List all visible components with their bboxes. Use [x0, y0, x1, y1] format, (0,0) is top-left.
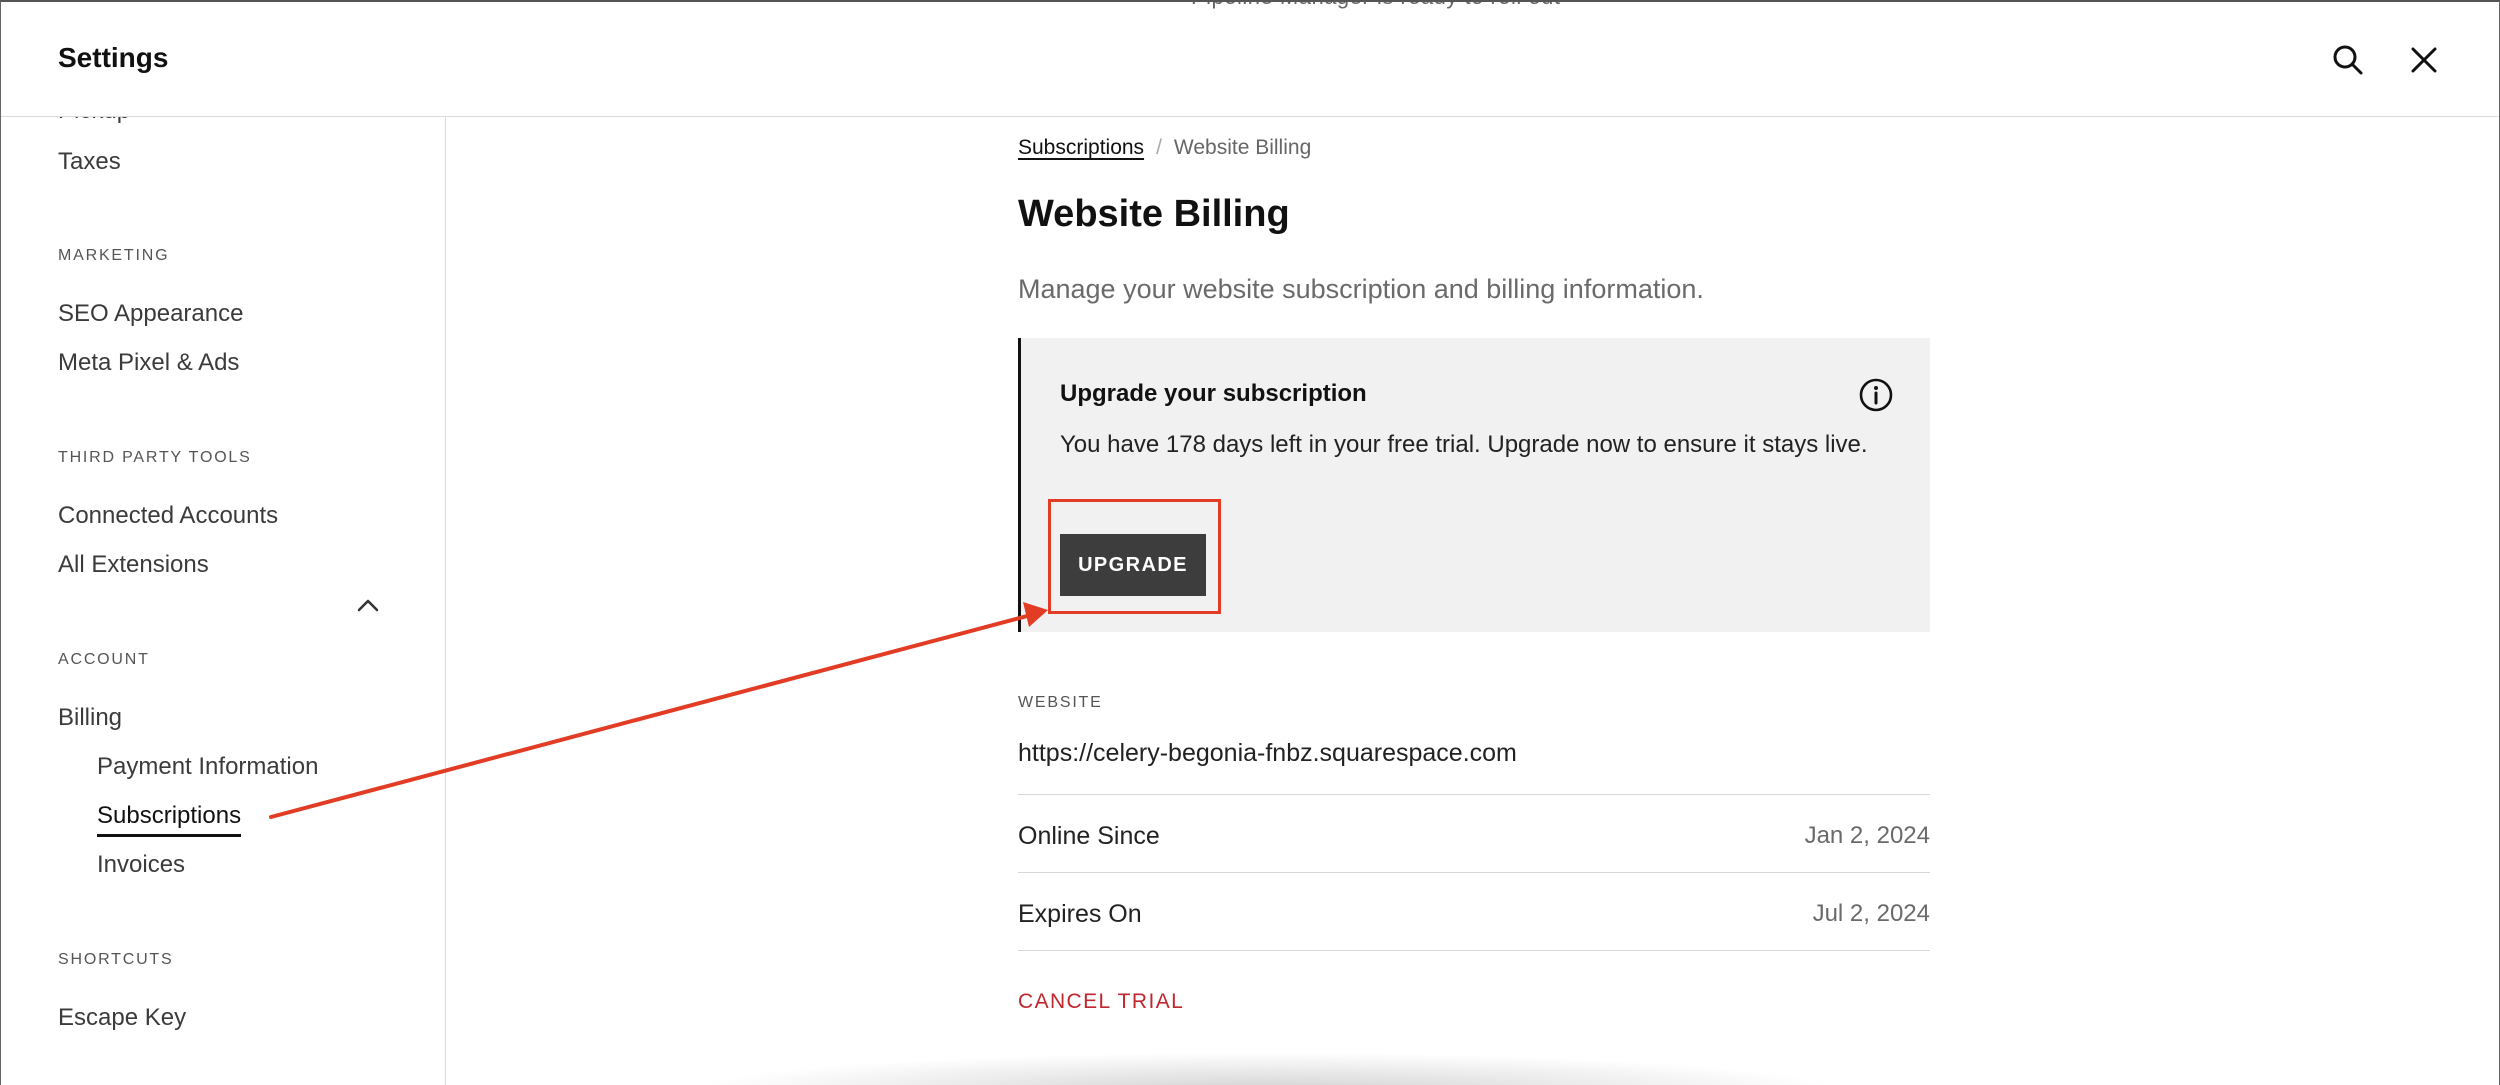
settings-title: Settings — [58, 42, 169, 73]
chevron-up-icon[interactable] — [353, 590, 383, 620]
notice-body: You have 178 days left in your free tria… — [1060, 431, 1868, 458]
settings-header: Pipeline Manager is ready to roll out Se… — [1, 2, 2499, 117]
settings-window: Pipeline Manager is ready to roll out Se… — [0, 0, 2500, 1085]
sidebar-heading-account: ACCOUNT — [58, 651, 150, 668]
sidebar-heading-marketing: MARKETING — [58, 247, 170, 264]
breadcrumb-current: Website Billing — [1173, 136, 1312, 159]
sidebar-item-invoices[interactable]: Invoices — [97, 851, 185, 879]
sidebar-item-seo-appearance[interactable]: SEO Appearance — [58, 300, 243, 328]
divider — [1018, 794, 1930, 795]
expires-on-label: Expires On — [1018, 900, 1142, 928]
cancel-trial-link[interactable]: CANCEL TRIAL — [1018, 990, 1184, 1014]
info-icon[interactable] — [1858, 377, 1894, 413]
website-section-label: WEBSITE — [1018, 694, 1103, 711]
annotation-highlight-box — [1048, 499, 1221, 614]
search-icon — [2333, 45, 2363, 75]
main-content: Subscriptions / Website Billing Website Bi… — [447, 117, 2499, 1085]
close-button[interactable] — [2402, 38, 2446, 82]
sidebar-item-meta-pixel-ads[interactable]: Meta Pixel & Ads — [58, 349, 239, 377]
sidebar-item-payment-information[interactable]: Payment Information — [97, 753, 318, 781]
sidebar-item-pickup[interactable]: Pickup — [58, 117, 130, 125]
page-title: Website Billing — [1018, 193, 1290, 235]
sidebar-heading-shortcuts: SHORTCUTS — [58, 951, 174, 968]
sidebar-item-escape-key[interactable]: Escape Key — [58, 1004, 186, 1032]
sidebar-item-connected-accounts[interactable]: Connected Accounts — [58, 502, 278, 530]
sidebar-item-taxes[interactable]: Taxes — [58, 148, 121, 176]
breadcrumb-separator: / — [1156, 136, 1162, 159]
expires-on-value: Jul 2, 2024 — [1812, 900, 1930, 927]
online-since-label: Online Since — [1018, 822, 1160, 850]
sidebar-item-all-extensions[interactable]: All Extensions — [58, 551, 209, 579]
divider — [1018, 872, 1930, 873]
divider — [1018, 950, 1930, 951]
settings-sidebar: Pickup Taxes MARKETING SEO Appearance Me… — [1, 117, 446, 1085]
sidebar-heading-third-party-tools: THIRD PARTY TOOLS — [58, 449, 252, 466]
close-icon — [2411, 47, 2437, 73]
page-description: Manage your website subscription and bil… — [1018, 274, 1704, 304]
sidebar-item-billing[interactable]: Billing — [58, 704, 122, 732]
breadcrumb: Subscriptions / Website Billing — [1018, 136, 1311, 160]
website-url: https://celery-begonia-fnbz.squarespace.… — [1018, 739, 1517, 767]
breadcrumb-subscriptions-link[interactable]: Subscriptions — [1018, 136, 1144, 159]
header-peek-text: Pipeline Manager is ready to roll out — [1191, 2, 1560, 10]
online-since-value: Jan 2, 2024 — [1804, 822, 1930, 849]
sidebar-item-subscriptions[interactable]: Subscriptions — [97, 802, 242, 837]
search-button[interactable] — [2326, 38, 2370, 82]
notice-title: Upgrade your subscription — [1060, 380, 1367, 407]
